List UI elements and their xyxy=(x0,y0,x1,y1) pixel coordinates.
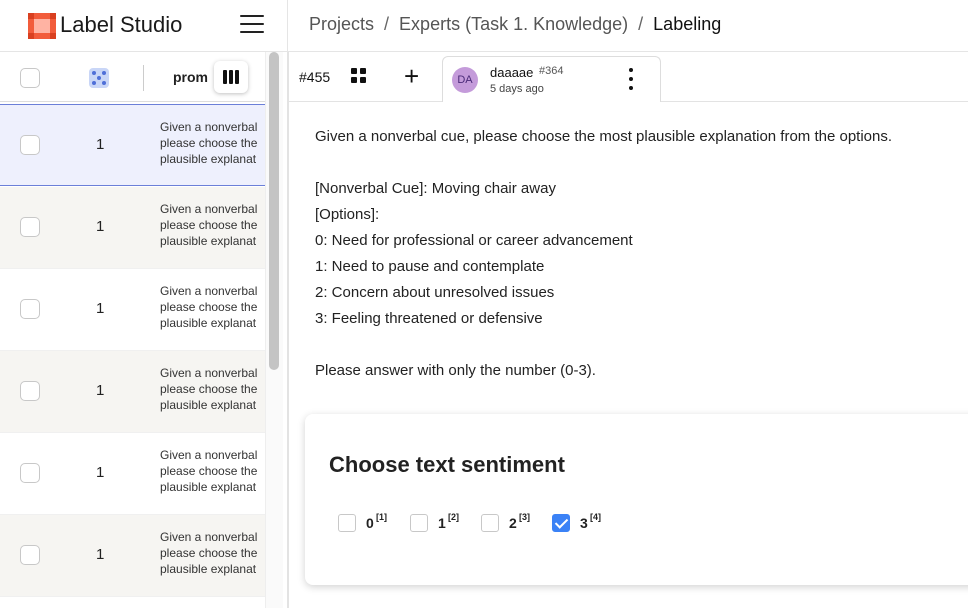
row-value: 1 xyxy=(96,464,105,481)
choice-hotkey: [2] xyxy=(448,512,459,522)
prompt-option: 2: Concern about unresolved issues xyxy=(315,284,555,301)
table-row[interactable]: 1 Given a nonverbal please choose the plau… xyxy=(0,104,265,186)
select-all-checkbox[interactable] xyxy=(20,68,40,88)
labeling-area: #455 + DA daaaae #364 5 days ago Given a… xyxy=(289,52,968,608)
row-prompt-snippet: Given a nonverbal please choose the plausi… xyxy=(160,284,258,330)
table-row[interactable]: 1 Given a nonverbal please choose the plau… xyxy=(0,515,265,597)
prompt-cue: [Nonverbal Cue]: Moving chair away xyxy=(315,180,556,197)
breadcrumb: Projects / Experts (Task 1. Knowledge) / Lab… xyxy=(309,14,721,35)
choices-card: Choose text sentiment 0 [1] 1 [2] 2 [3] … xyxy=(305,414,968,585)
more-options-icon[interactable] xyxy=(627,68,635,92)
task-id: #455 xyxy=(299,69,331,85)
row-checkbox[interactable] xyxy=(20,135,40,155)
choice-checkbox[interactable] xyxy=(481,514,499,532)
annotations-column-icon[interactable] xyxy=(89,68,109,88)
app-name: Label Studio xyxy=(60,12,183,37)
choice-checkbox[interactable] xyxy=(338,514,356,532)
breadcrumb-separator: / xyxy=(384,14,390,34)
table-row[interactable]: 1 Given a nonverbal please choose the plau… xyxy=(0,269,265,351)
columns-toggle-button[interactable] xyxy=(214,61,248,93)
grid-view-icon[interactable] xyxy=(351,68,367,84)
choice-label: 2 xyxy=(509,515,517,531)
prompt-option: 3: Feeling threatened or defensive xyxy=(315,310,543,327)
choice-checkbox[interactable] xyxy=(410,514,428,532)
breadcrumb-current: Labeling xyxy=(653,14,722,34)
annotator-name: daaaae xyxy=(490,65,534,80)
prompt-column-header[interactable]: prom xyxy=(173,69,208,85)
row-value: 1 xyxy=(96,382,105,399)
row-prompt-snippet: Given a nonverbal please choose the plausi… xyxy=(160,366,258,412)
table-row[interactable]: 1 Given a nonverbal please choose the plau… xyxy=(0,433,265,515)
task-prompt: Given a nonverbal cue, please choose the… xyxy=(315,124,965,384)
table-row[interactable]: 1 Given a nonverbal please choose the plau… xyxy=(0,351,265,433)
table-header: prom xyxy=(0,52,265,102)
avatar: DA xyxy=(452,67,478,93)
row-value: 1 xyxy=(96,546,105,563)
row-prompt-snippet: Given a nonverbal please choose the plausi… xyxy=(160,530,258,576)
row-checkbox[interactable] xyxy=(20,381,40,401)
row-prompt-snippet: Given a nonverbal please choose the plausi… xyxy=(160,448,258,494)
row-prompt-snippet: Given a nonverbal please choose the plausi… xyxy=(160,120,258,166)
breadcrumb-separator: / xyxy=(638,14,644,34)
prompt-intro: Given a nonverbal cue, please choose the… xyxy=(315,128,893,145)
row-checkbox[interactable] xyxy=(20,299,40,319)
row-value: 1 xyxy=(96,218,105,235)
prompt-options-label: [Options]: xyxy=(315,206,380,223)
annotation-time: 5 days ago xyxy=(490,83,544,95)
choice-hotkey: [1] xyxy=(376,512,387,522)
label-studio-logo-icon xyxy=(28,13,56,39)
breadcrumb-project[interactable]: Experts (Task 1. Knowledge) xyxy=(399,14,628,34)
menu-icon[interactable] xyxy=(240,15,264,35)
prompt-instruction: Please answer with only the number (0-3)… xyxy=(315,362,596,379)
prompt-option: 0: Need for professional or career advan… xyxy=(315,232,633,249)
prompt-option: 1: Need to pause and contemplate xyxy=(315,258,545,275)
annotation-tab[interactable]: DA daaaae #364 5 days ago xyxy=(442,56,661,102)
row-value: 1 xyxy=(96,136,105,153)
table-row[interactable]: 1 Given a nonverbal please choose the plau… xyxy=(0,187,265,269)
column-divider xyxy=(143,65,144,91)
brand-area: Label Studio xyxy=(0,0,288,52)
choice-label: 0 xyxy=(366,515,374,531)
choices-title: Choose text sentiment xyxy=(329,452,565,477)
task-list-panel: prom 1 Given a nonverbal please choose th… xyxy=(0,52,283,608)
row-prompt-snippet: Given a nonverbal please choose the plausi… xyxy=(160,202,258,248)
row-checkbox[interactable] xyxy=(20,463,40,483)
choice-hotkey: [4] xyxy=(590,512,601,522)
breadcrumb-projects[interactable]: Projects xyxy=(309,14,374,34)
choice-checkbox-checked[interactable] xyxy=(552,514,570,532)
row-checkbox[interactable] xyxy=(20,545,40,565)
choice-label: 3 xyxy=(580,515,588,531)
choice-hotkey: [3] xyxy=(519,512,530,522)
scrollbar-thumb[interactable] xyxy=(269,52,279,370)
annotation-id: #364 xyxy=(539,65,564,77)
annotation-tabs-bar: #455 + DA daaaae #364 5 days ago xyxy=(289,52,968,102)
choice-label: 1 xyxy=(438,515,446,531)
add-annotation-icon[interactable]: + xyxy=(404,62,419,90)
row-checkbox[interactable] xyxy=(20,217,40,237)
top-bar: Label Studio Projects / Experts (Task 1. K… xyxy=(0,0,968,52)
row-value: 1 xyxy=(96,300,105,317)
